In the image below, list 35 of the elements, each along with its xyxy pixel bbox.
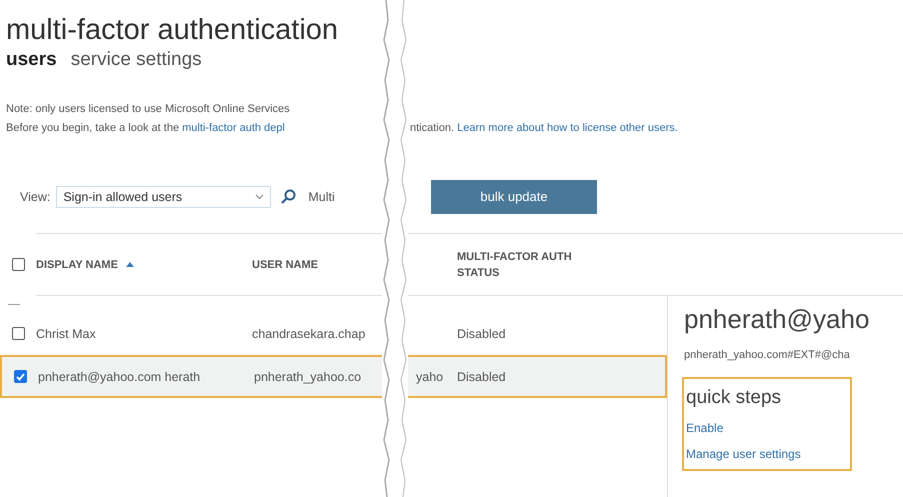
page-title: multi-factor authentication: [6, 14, 340, 47]
table-cell: Disabled: [457, 370, 506, 384]
link[interactable]: Learn more about how to license other users.: [457, 122, 678, 134]
row-checkbox[interactable]: [12, 327, 24, 340]
tab[interactable]: service settings: [70, 49, 202, 71]
bulk-update-button[interactable]: bulk update: [431, 180, 597, 214]
tab[interactable]: users: [6, 49, 57, 71]
user-principal-name: pnherath_yahoo.com#EXT#@cha: [684, 349, 851, 361]
search-icon[interactable]: [281, 189, 296, 204]
column-header[interactable]: MULTI-FACTOR AUTH STATUS: [408, 248, 597, 280]
table-row[interactable]: Christ Max chandrasekara.chap: [0, 312, 382, 355]
table-cell-text: yaho: [415, 370, 444, 384]
select-all-checkbox[interactable]: [12, 258, 24, 271]
section-title: quick steps: [686, 387, 782, 409]
link[interactable]: multi-factor auth depl: [182, 122, 285, 134]
table-row[interactable]: pnherath@yahoo.com herath pnherath_yahoo.co: [0, 355, 382, 398]
toolbar-text: Multi: [308, 190, 335, 204]
table-cell: Disabled: [457, 326, 506, 340]
row-checkbox[interactable]: [14, 370, 26, 383]
note-text: Before you begin, take a look at the multi-factor auth depl: [6, 121, 286, 136]
sort-ascending-icon: [126, 262, 134, 267]
column-header[interactable]: USER NAME: [252, 258, 318, 270]
link[interactable]: Enable: [686, 421, 850, 435]
user-name-heading: pnherath@yaho: [684, 304, 870, 335]
view-dropdown[interactable]: Sign-in allowed users: [56, 186, 272, 208]
view-label: View:: [20, 190, 50, 204]
table-cell: pnherath_yahoo.co: [254, 370, 362, 384]
chevron-down-icon: [255, 194, 264, 200]
note-text: ntication. Learn more about how to license other users.: [410, 122, 678, 134]
table-cell: Christ Max: [36, 326, 96, 340]
table-cell: chandrasekara.chap: [252, 326, 366, 340]
table-cell: pnherath@yahoo.com herath: [38, 370, 200, 384]
column-header[interactable]: DISPLAY NAME: [36, 258, 134, 270]
note-text: Note: only users licensed to use Microsoft Online Services: [6, 102, 291, 117]
link[interactable]: Manage user settings: [686, 447, 850, 461]
